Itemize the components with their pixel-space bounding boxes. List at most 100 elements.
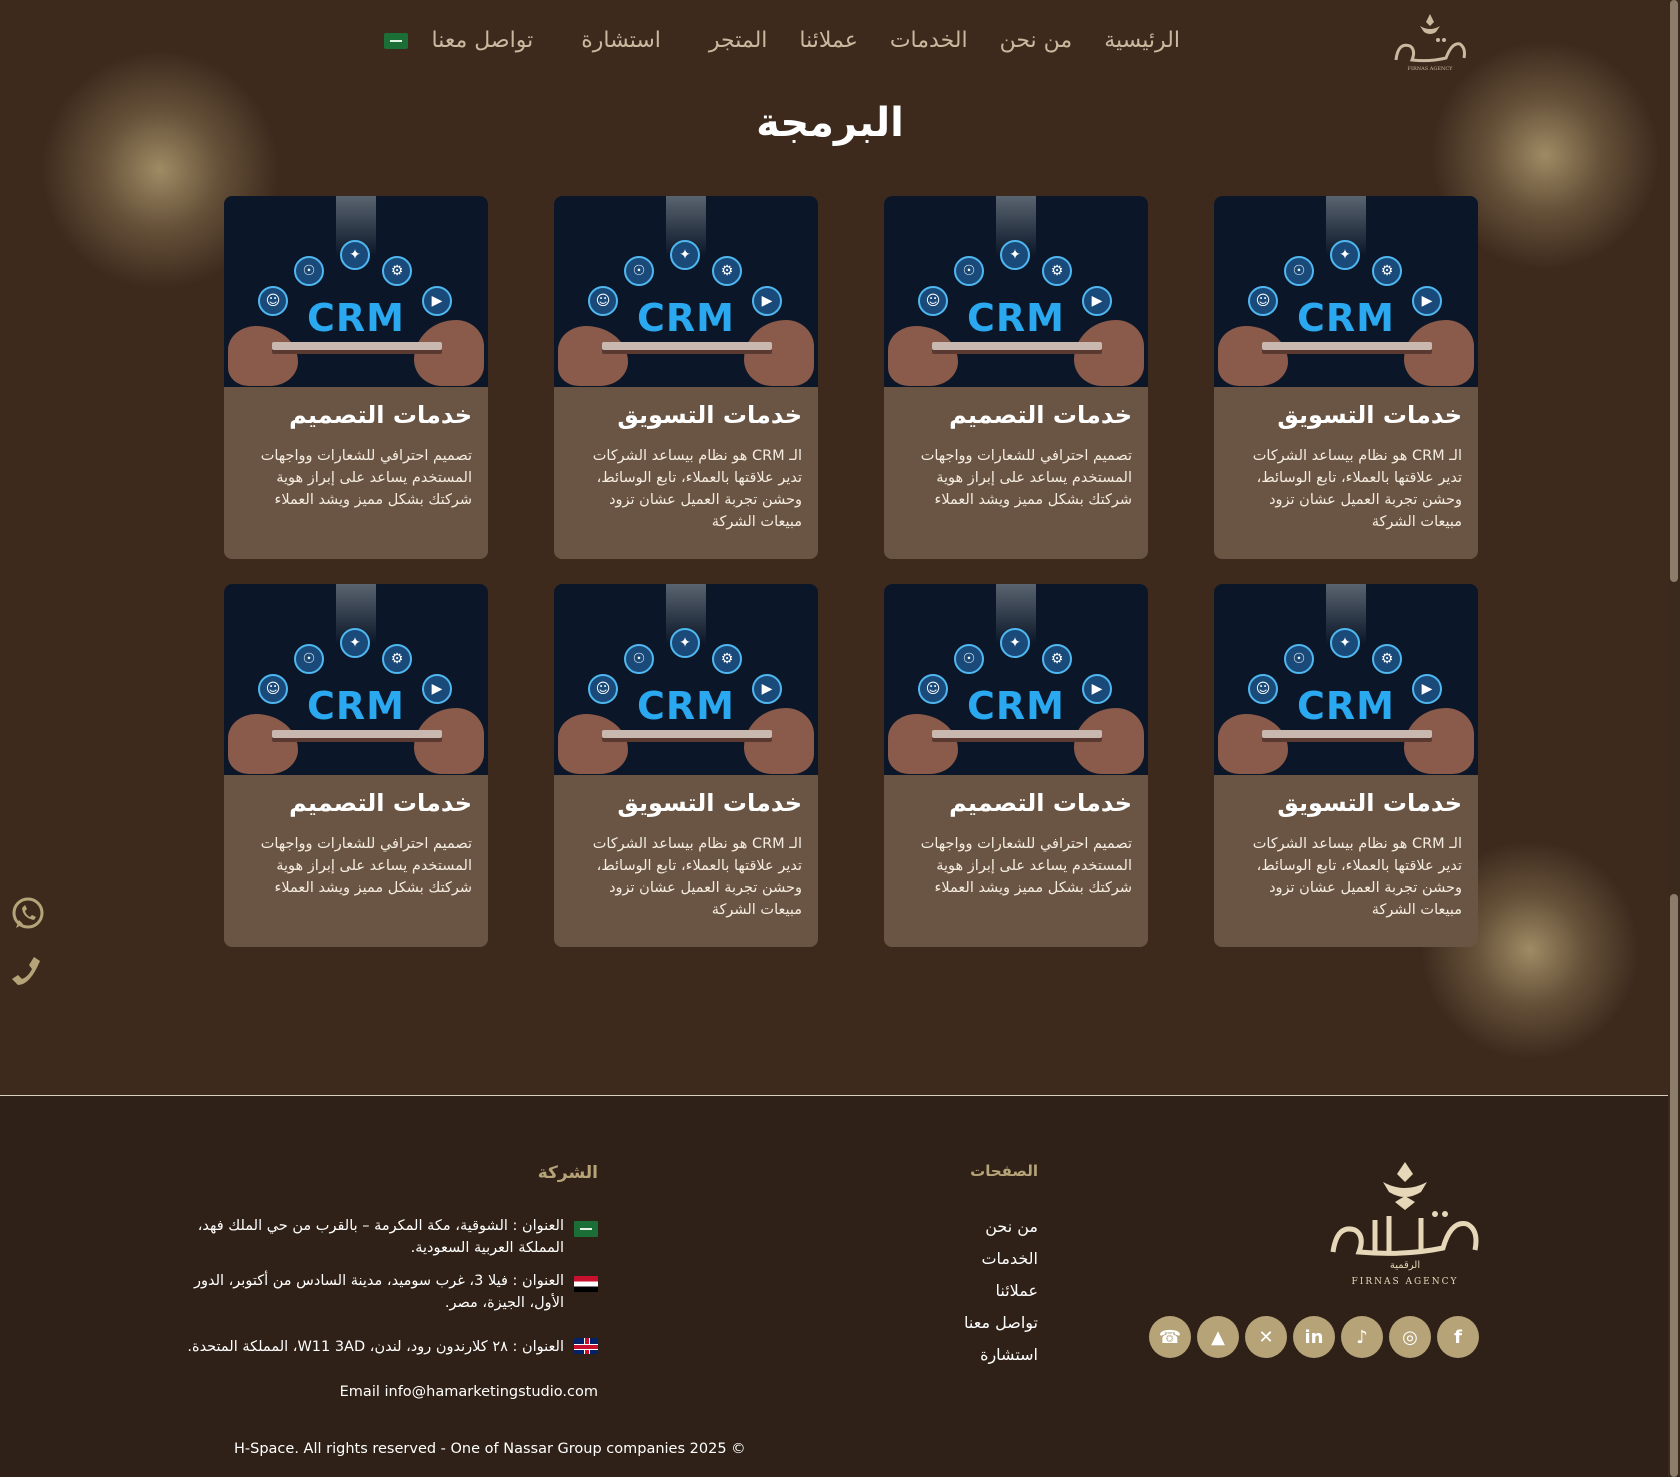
card-title: خدمات التسويق xyxy=(617,789,802,817)
company-heading: الشركة xyxy=(537,1163,598,1183)
site-header: FIRNAS AGENCY الرئيسية من نحن الخدمات عم… xyxy=(0,0,1680,90)
team-icon: ✦ xyxy=(340,240,370,270)
footer-link[interactable]: تواصل معنا xyxy=(964,1312,1038,1334)
card-title: خدمات التصميم xyxy=(949,789,1132,817)
nav-home[interactable]: الرئيسية xyxy=(1104,28,1180,53)
social-links: f ◎ ♪ in ✕ ▲ ☎ xyxy=(1149,1316,1479,1358)
tablet xyxy=(272,342,442,350)
address-egypt: العنوان : فيلا 3، غرب سوميد، مدينة الساد… xyxy=(178,1270,598,1314)
service-card[interactable]: ☺ ☉ ✦ ⚙ ▶ CRM خدمات التصميم تصميم احترافي للشعا… xyxy=(884,584,1148,947)
service-card[interactable]: ☺ ☉ ✦ ⚙ ▶ CRM خدمات التصميم تصميم احترافي للشعا… xyxy=(224,584,488,947)
card-title: خدمات التصميم xyxy=(949,401,1132,429)
crm-image: ☺ ☉ ✦ ⚙ ▶ CRM xyxy=(224,196,488,387)
nav-contact[interactable]: تواصل معنا xyxy=(432,28,534,53)
svg-text:الرقمية: الرقمية xyxy=(1390,1260,1420,1271)
globe-icon: ☉ xyxy=(624,256,654,286)
service-card[interactable]: ☺ ☉ ✦ ⚙ ▶ CRM خدمات التسويق الـ CRM هو نظام بيس… xyxy=(554,196,818,559)
nav-consultation[interactable]: استشارة xyxy=(581,28,661,53)
team-icon: ✦ xyxy=(1000,628,1030,658)
snapchat-icon[interactable]: ▲ xyxy=(1197,1316,1239,1358)
address-uk: العنوان : ٢٨ كلارندون رود، لندن، W11 3AD… xyxy=(178,1336,598,1358)
tablet xyxy=(602,342,772,350)
address-saudi: العنوان : الشوقية، مكة المكرمة – بالقرب … xyxy=(178,1215,598,1259)
facebook-icon[interactable]: f xyxy=(1437,1316,1479,1358)
gears-icon: ⚙ xyxy=(1042,644,1072,674)
pages-heading: الصفحات xyxy=(970,1162,1038,1180)
service-card[interactable]: ☺ ☉ ✦ ⚙ ▶ CRM خدمات التسويق الـ CRM هو نظام بيس… xyxy=(554,584,818,947)
card-title: خدمات التصميم xyxy=(289,401,472,429)
footer-link[interactable]: الخدمات xyxy=(964,1248,1038,1270)
main-nav: الرئيسية من نحن الخدمات عملائنا المتجر ا… xyxy=(383,28,1180,53)
footer-logo[interactable]: الرقمية FIRNAS AGENCY xyxy=(1325,1160,1485,1290)
nav-clients[interactable]: عملائنا xyxy=(799,28,857,53)
tablet xyxy=(1262,342,1432,350)
crm-image: ☺ ☉ ✦ ⚙ ▶ CRM xyxy=(1214,196,1478,387)
phone-icon[interactable] xyxy=(10,955,46,991)
address-text: العنوان : فيلا 3، غرب سوميد، مدينة الساد… xyxy=(193,1273,564,1311)
nav-services[interactable]: الخدمات xyxy=(890,28,968,53)
whatsapp-icon[interactable]: ☎ xyxy=(1149,1316,1191,1358)
tablet xyxy=(1262,730,1432,738)
footer-pages-list: من نحن الخدمات عملائنا تواصل معنا استشارة xyxy=(964,1216,1038,1376)
gears-icon: ⚙ xyxy=(1372,256,1402,286)
team-icon: ✦ xyxy=(340,628,370,658)
card-title: خدمات التسويق xyxy=(617,401,802,429)
card-description: الـ CRM هو نظام بيساعد الشركات تدير علاق… xyxy=(1252,448,1462,530)
tiktok-icon[interactable]: ♪ xyxy=(1341,1316,1383,1358)
scrollbar-thumb-lower[interactable] xyxy=(1670,894,1678,1477)
service-card[interactable]: ☺ ☉ ✦ ⚙ ▶ CRM خدمات التصميم تصميم احترافي للشعا… xyxy=(884,196,1148,559)
svg-text:FIRNAS AGENCY: FIRNAS AGENCY xyxy=(1408,66,1454,72)
gears-icon: ⚙ xyxy=(1372,644,1402,674)
instagram-icon[interactable]: ◎ xyxy=(1389,1316,1431,1358)
crm-image: ☺ ☉ ✦ ⚙ ▶ CRM xyxy=(884,584,1148,775)
footer-link[interactable]: استشارة xyxy=(964,1344,1038,1366)
card-description: تصميم احترافي للشعارات وواجهات المستخدم … xyxy=(260,836,472,896)
card-title: خدمات التسويق xyxy=(1277,789,1462,817)
gears-icon: ⚙ xyxy=(712,256,742,286)
crm-image: ☺ ☉ ✦ ⚙ ▶ CRM xyxy=(554,584,818,775)
footer-email[interactable]: Email info@hamarketingstudio.com xyxy=(340,1384,598,1400)
linkedin-icon[interactable]: in xyxy=(1293,1316,1335,1358)
globe-icon: ☉ xyxy=(1284,644,1314,674)
tablet xyxy=(602,730,772,738)
service-card[interactable]: ☺ ☉ ✦ ⚙ ▶ CRM خدمات التسويق الـ CRM هو نظام بيس… xyxy=(1214,584,1478,947)
card-description: الـ CRM هو نظام بيساعد الشركات تدير علاق… xyxy=(1252,836,1462,918)
tablet xyxy=(932,730,1102,738)
gears-icon: ⚙ xyxy=(1042,256,1072,286)
flag-united-kingdom-icon xyxy=(574,1338,598,1354)
card-title: خدمات التسويق xyxy=(1277,401,1462,429)
team-icon: ✦ xyxy=(1000,240,1030,270)
nav-store[interactable]: المتجر xyxy=(709,28,768,53)
scrollbar-thumb[interactable] xyxy=(1670,0,1678,582)
globe-icon: ☉ xyxy=(294,256,324,286)
flag-saudi-arabia-icon xyxy=(574,1221,598,1237)
card-title: خدمات التصميم xyxy=(289,789,472,817)
globe-icon: ☉ xyxy=(1284,256,1314,286)
footer-link[interactable]: من نحن xyxy=(964,1216,1038,1238)
tablet xyxy=(272,730,442,738)
card-description: الـ CRM هو نظام بيساعد الشركات تدير علاق… xyxy=(592,836,802,918)
whatsapp-icon[interactable] xyxy=(10,896,46,932)
globe-icon: ☉ xyxy=(624,644,654,674)
crm-image: ☺ ☉ ✦ ⚙ ▶ CRM xyxy=(884,196,1148,387)
globe-icon: ☉ xyxy=(294,644,324,674)
crm-image: ☺ ☉ ✦ ⚙ ▶ CRM xyxy=(554,196,818,387)
team-icon: ✦ xyxy=(1330,240,1360,270)
service-card[interactable]: ☺ ☉ ✦ ⚙ ▶ CRM خدمات التصميم تصميم احترافي للشعا… xyxy=(224,196,488,559)
language-flag-saudi-arabia[interactable] xyxy=(383,32,408,49)
x-icon[interactable]: ✕ xyxy=(1245,1316,1287,1358)
card-description: تصميم احترافي للشعارات وواجهات المستخدم … xyxy=(920,836,1132,896)
flag-egypt-icon xyxy=(574,1276,598,1292)
svg-text:FIRNAS AGENCY: FIRNAS AGENCY xyxy=(1352,1277,1459,1287)
gears-icon: ⚙ xyxy=(382,256,412,286)
crm-image: ☺ ☉ ✦ ⚙ ▶ CRM xyxy=(224,584,488,775)
nav-about[interactable]: من نحن xyxy=(1000,28,1073,53)
footer-link[interactable]: عملائنا xyxy=(964,1280,1039,1302)
service-card[interactable]: ☺ ☉ ✦ ⚙ ▶ CRM خدمات التسويق الـ CRM هو نظام بيس… xyxy=(1214,196,1478,559)
gears-icon: ⚙ xyxy=(382,644,412,674)
card-description: تصميم احترافي للشعارات وواجهات المستخدم … xyxy=(260,448,472,508)
globe-icon: ☉ xyxy=(954,256,984,286)
firnas-logo[interactable]: FIRNAS AGENCY xyxy=(1390,12,1470,74)
scrollbar[interactable] xyxy=(1668,0,1680,1477)
card-description: تصميم احترافي للشعارات وواجهات المستخدم … xyxy=(920,448,1132,508)
